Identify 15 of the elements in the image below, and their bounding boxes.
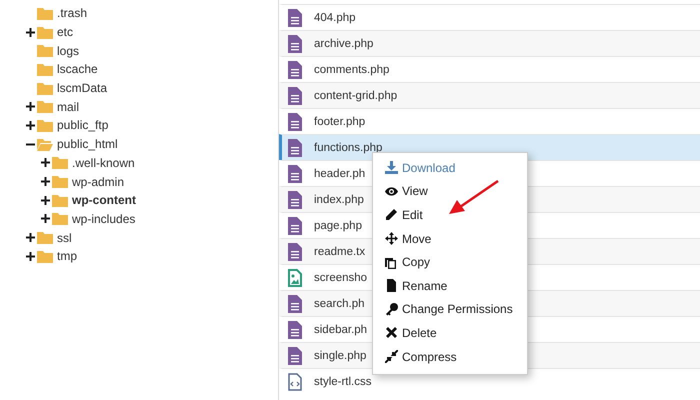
- file-name: header.ph: [314, 168, 366, 180]
- file-name: search.ph: [314, 298, 365, 310]
- file-name: sidebar.ph: [314, 324, 368, 336]
- file-name: functions.php: [314, 142, 382, 154]
- file-name: comments.php: [314, 64, 390, 76]
- file-name: style-rtl.css: [314, 376, 372, 388]
- file-name: screensho: [314, 272, 368, 284]
- file-name: content-grid.php: [314, 90, 398, 102]
- file-name: index.php: [314, 194, 364, 206]
- file-name: readme.tx: [314, 246, 366, 258]
- file-name: single.php: [314, 350, 366, 362]
- file-name: page.php: [314, 220, 362, 232]
- file-name: archive.php: [314, 38, 374, 50]
- file-name: footer.php: [314, 116, 366, 128]
- file-name: 404.php: [314, 12, 356, 24]
